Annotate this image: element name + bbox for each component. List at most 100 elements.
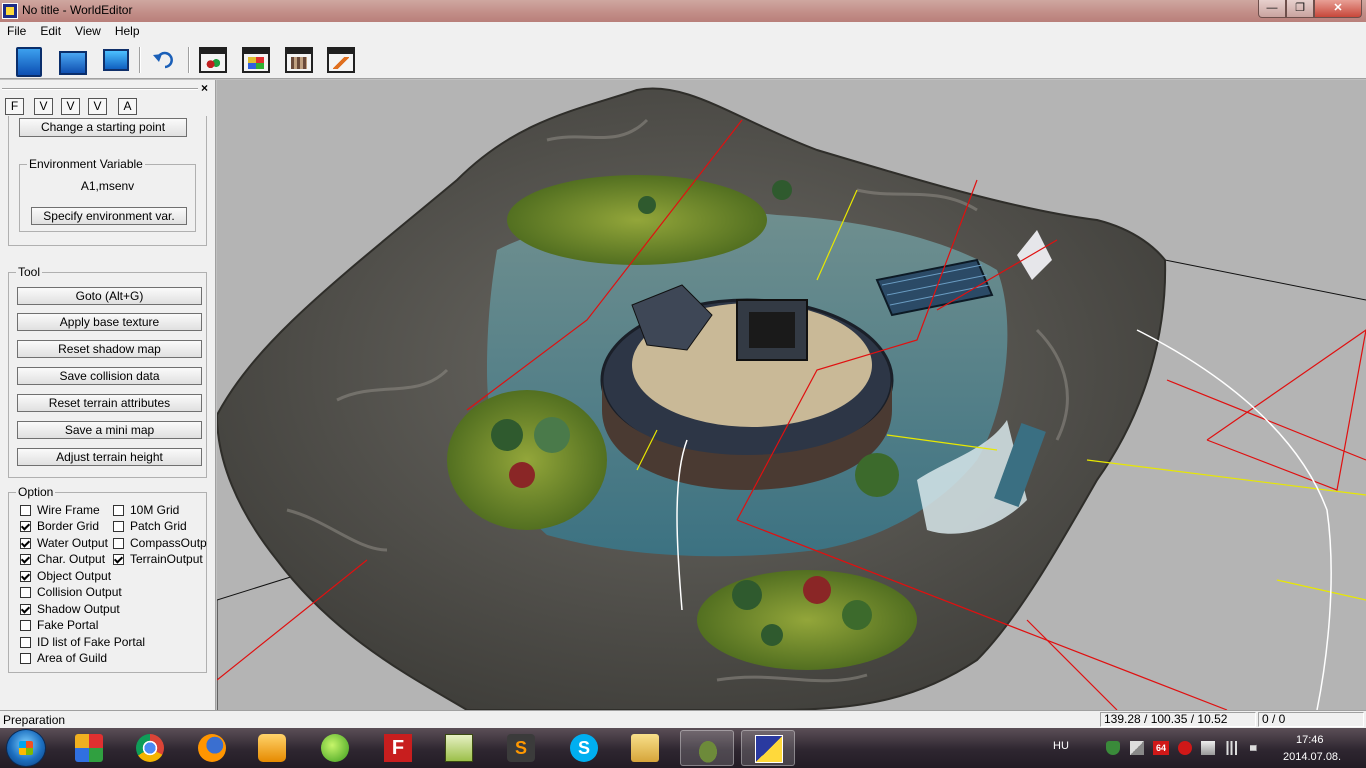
tab-v1[interactable]: V bbox=[34, 98, 53, 115]
taskbar-notepad[interactable] bbox=[432, 730, 486, 766]
taskbar-chrome[interactable] bbox=[123, 730, 177, 766]
title-bar: No title - WorldEditor — ❐ ✕ bbox=[0, 0, 1366, 22]
new-document-icon bbox=[16, 47, 42, 77]
skype-icon: S bbox=[570, 734, 598, 762]
change-starting-point-button[interactable]: Change a starting point bbox=[19, 118, 187, 137]
apply-base-texture-button[interactable]: Apply base texture bbox=[17, 313, 202, 331]
language-indicator[interactable]: HU bbox=[1053, 740, 1069, 752]
paint-window-button[interactable] bbox=[326, 45, 356, 75]
option-10m-grid[interactable]: 10M Grid bbox=[113, 502, 207, 518]
menu-view[interactable]: View bbox=[68, 22, 108, 41]
option-wire-frame[interactable]: Wire Frame bbox=[20, 502, 112, 518]
taskbar-skype[interactable]: S bbox=[557, 730, 611, 766]
new-document-button[interactable] bbox=[12, 45, 42, 77]
goto-button[interactable]: Goto (Alt+G) bbox=[17, 287, 202, 305]
media-player-icon bbox=[258, 734, 286, 762]
fake-portal-id-list-checkbox[interactable] bbox=[20, 637, 31, 648]
save-monitor-icon bbox=[103, 49, 129, 71]
taskbar-turtle[interactable] bbox=[680, 730, 734, 766]
shield-icon[interactable] bbox=[1106, 741, 1120, 755]
taskbar-sublime[interactable]: S bbox=[494, 730, 548, 766]
undo-button[interactable] bbox=[150, 45, 180, 75]
taskbar-media-player[interactable] bbox=[245, 730, 299, 766]
toolbar-separator bbox=[139, 47, 141, 73]
char-output-checkbox[interactable] bbox=[20, 554, 31, 565]
taskbar-start-menu-grid[interactable] bbox=[62, 730, 116, 766]
water-output-checkbox[interactable] bbox=[20, 538, 31, 549]
option-object-output[interactable]: Object Output bbox=[20, 568, 200, 584]
tab-a[interactable]: A bbox=[118, 98, 137, 115]
terrain-output-checkbox[interactable] bbox=[113, 554, 124, 565]
option-collision-output[interactable]: Collision Output bbox=[20, 584, 200, 600]
specify-environment-button[interactable]: Specify environment var. bbox=[31, 207, 187, 225]
taskbar-worldeditor[interactable] bbox=[741, 730, 795, 766]
option-terrain-output[interactable]: TerrainOutput bbox=[113, 551, 207, 567]
shadow-output-checkbox[interactable] bbox=[20, 604, 31, 615]
reset-terrain-attributes-button[interactable]: Reset terrain attributes bbox=[17, 394, 202, 412]
option-water-output[interactable]: Water Output bbox=[20, 535, 112, 551]
menu-help[interactable]: Help bbox=[108, 22, 147, 41]
taskbar-firefox[interactable] bbox=[185, 730, 239, 766]
close-button[interactable]: ✕ bbox=[1314, 0, 1362, 18]
compass-output-checkbox[interactable] bbox=[113, 538, 124, 549]
save-button[interactable] bbox=[99, 45, 129, 75]
left-panel: × F V V V A Change a starting point Envi… bbox=[0, 80, 216, 710]
clock-time[interactable]: 17:46 bbox=[1296, 734, 1324, 746]
taskbar-explorer[interactable] bbox=[618, 730, 672, 766]
volume-icon[interactable] bbox=[1250, 741, 1263, 755]
notepad-icon bbox=[445, 734, 473, 762]
start-button[interactable] bbox=[6, 729, 46, 767]
fake-portal-checkbox[interactable] bbox=[20, 620, 31, 631]
save-mini-map-button[interactable]: Save a mini map bbox=[17, 421, 202, 439]
messenger-icon bbox=[321, 734, 349, 762]
option-fake-portal-id-list[interactable]: ID list of Fake Portal bbox=[20, 634, 200, 650]
option-shadow-output[interactable]: Shadow Output bbox=[20, 601, 200, 617]
stop-icon[interactable] bbox=[1178, 741, 1192, 755]
taskbar-messenger[interactable] bbox=[308, 730, 362, 766]
upload-icon[interactable] bbox=[1130, 741, 1144, 755]
patch-grid-checkbox[interactable] bbox=[113, 521, 124, 532]
network-icon[interactable] bbox=[1225, 741, 1239, 755]
option-area-of-guild[interactable]: Area of Guild bbox=[20, 650, 200, 666]
taskbar-filezilla[interactable]: F bbox=[371, 730, 425, 766]
chrome-icon bbox=[136, 734, 164, 762]
paint-window-icon bbox=[327, 47, 355, 73]
menu-file[interactable]: File bbox=[0, 22, 33, 41]
option-fake-portal[interactable]: Fake Portal bbox=[20, 617, 200, 633]
usb-icon[interactable] bbox=[1201, 741, 1215, 755]
tab-v3[interactable]: V bbox=[88, 98, 107, 115]
firefox-icon bbox=[198, 734, 226, 762]
collision-output-checkbox[interactable] bbox=[20, 587, 31, 598]
object-output-checkbox[interactable] bbox=[20, 571, 31, 582]
tab-f[interactable]: F bbox=[5, 98, 24, 115]
open-folder-button[interactable] bbox=[56, 45, 87, 75]
option-border-grid[interactable]: Border Grid bbox=[20, 518, 112, 534]
3d-viewport[interactable] bbox=[217, 80, 1366, 710]
area-of-guild-checkbox[interactable] bbox=[20, 653, 31, 664]
tool-group: Tool Goto (Alt+G) Apply base texture Res… bbox=[8, 265, 207, 478]
minimize-button[interactable]: — bbox=[1258, 0, 1286, 18]
wire-frame-checkbox[interactable] bbox=[20, 505, 31, 516]
tab-v2[interactable]: V bbox=[61, 98, 80, 115]
option-compass-output[interactable]: CompassOutput bbox=[113, 535, 207, 551]
attribute-window-button[interactable] bbox=[284, 45, 314, 75]
badge-64-icon[interactable]: 64 bbox=[1153, 741, 1169, 755]
10m-grid-checkbox[interactable] bbox=[113, 505, 124, 516]
maximize-button[interactable]: ❐ bbox=[1286, 0, 1314, 18]
open-folder-icon bbox=[59, 51, 87, 75]
clock-date[interactable]: 2014.07.08. bbox=[1283, 751, 1341, 763]
terrain-scene bbox=[217, 87, 1366, 710]
environment-value: A1,msenv bbox=[80, 179, 135, 193]
reset-shadow-map-button[interactable]: Reset shadow map bbox=[17, 340, 202, 358]
save-collision-data-button[interactable]: Save collision data bbox=[17, 367, 202, 385]
border-grid-checkbox[interactable] bbox=[20, 521, 31, 532]
panel-close-button[interactable]: × bbox=[201, 81, 208, 95]
object-window-button[interactable] bbox=[198, 45, 228, 75]
option-char-output[interactable]: Char. Output bbox=[20, 551, 112, 567]
attribute-window-icon bbox=[285, 47, 313, 73]
texture-window-button[interactable] bbox=[241, 45, 271, 75]
menu-edit[interactable]: Edit bbox=[33, 22, 68, 41]
adjust-terrain-height-button[interactable]: Adjust terrain height bbox=[17, 448, 202, 466]
option-patch-grid[interactable]: Patch Grid bbox=[113, 518, 207, 534]
worldeditor-icon bbox=[755, 735, 783, 763]
